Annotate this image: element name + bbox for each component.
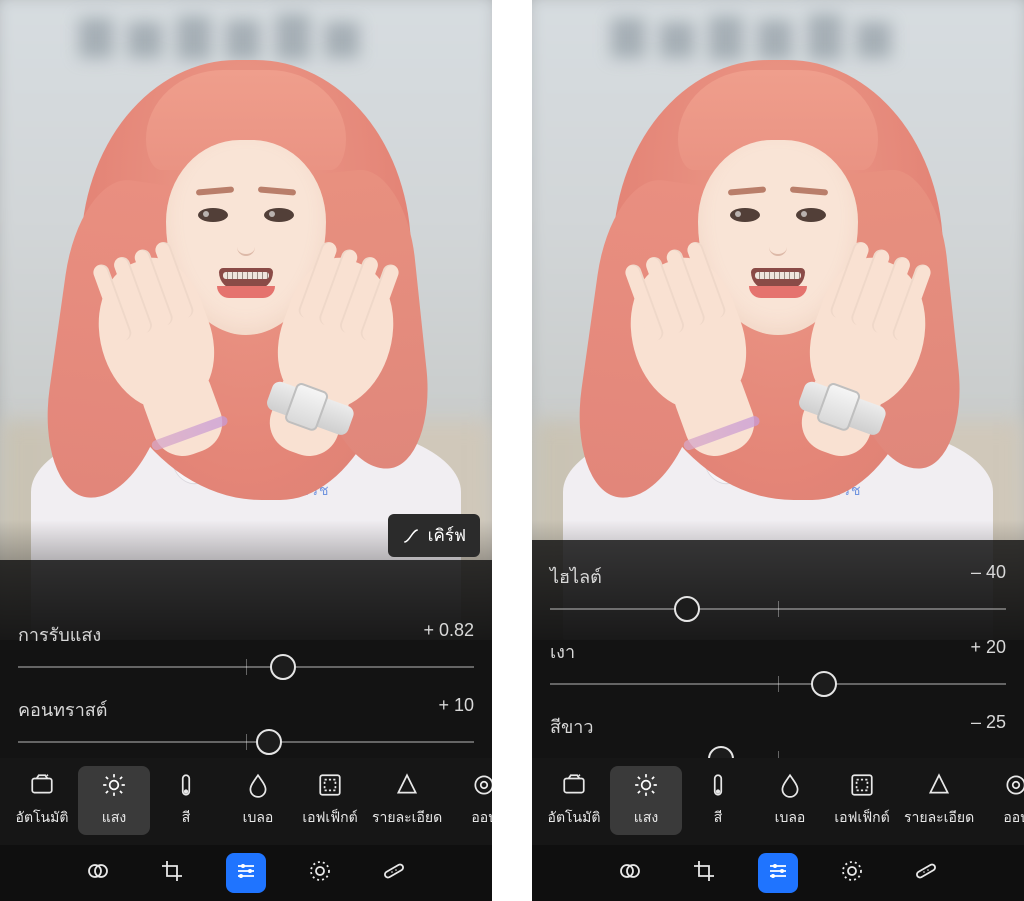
category-effect[interactable]: เอฟเฟ็กต์ (294, 766, 366, 835)
curves-label: เคิร์ฟ (428, 522, 466, 549)
category-blur[interactable]: เบลอ (222, 766, 294, 835)
category-optics[interactable]: ออป (980, 766, 1024, 835)
slider-track[interactable] (18, 730, 474, 754)
category-blur[interactable]: เบลอ (754, 766, 826, 835)
slider-value: + 10 (438, 695, 474, 724)
slider-เงา: เงา + 20 (532, 625, 1024, 700)
tool-crop[interactable] (152, 853, 192, 893)
slider-การรับแสง: การรับแสง + 0.82 (0, 608, 492, 683)
color-icon (705, 772, 731, 801)
detail-icon (926, 772, 952, 801)
tool-masking[interactable] (832, 853, 872, 893)
slider-คอนทราสต์: คอนทราสต์ + 10 (0, 683, 492, 758)
slider-label: เงา (550, 637, 575, 666)
effect-icon (317, 772, 343, 801)
detail-icon (394, 772, 420, 801)
category-detail[interactable]: รายละเอียด (898, 766, 980, 835)
light-icon (633, 772, 659, 801)
slider-thumb[interactable] (811, 671, 837, 697)
curve-icon (402, 527, 420, 545)
tool-crop[interactable] (684, 853, 724, 893)
category-color[interactable]: สี (150, 766, 222, 835)
bottom-toolbar (532, 845, 1024, 901)
slider-track[interactable] (550, 672, 1006, 696)
category-light[interactable]: แสง (78, 766, 150, 835)
slider-label: คอนทราสต์ (18, 695, 107, 724)
blur-icon (245, 772, 271, 801)
presets-icon (618, 859, 642, 888)
slider-value: + 20 (970, 637, 1006, 666)
category-effect[interactable]: เอฟเฟ็กต์ (826, 766, 898, 835)
bottom-toolbar (0, 845, 492, 901)
category-label: เอฟเฟ็กต์ (834, 807, 889, 829)
blur-icon (777, 772, 803, 801)
bandaid-icon (382, 859, 406, 888)
optics-icon (1003, 772, 1024, 801)
category-detail[interactable]: รายละเอียด (366, 766, 448, 835)
tool-heal[interactable] (906, 853, 946, 893)
slider-ไฮไลต์: ไฮไลต์ – 40 (532, 550, 1024, 625)
sliders-icon (234, 859, 258, 888)
category-label: อัตโนมัติ (16, 807, 69, 829)
tool-heal[interactable] (374, 853, 414, 893)
category-label: อัตโนมัติ (548, 807, 601, 829)
tool-presets[interactable] (78, 853, 118, 893)
tool-adjust[interactable] (226, 853, 266, 893)
category-auto[interactable]: อัตโนมัติ (538, 766, 610, 835)
category-label: แสง (102, 807, 126, 829)
slider-label: ไฮไลต์ (550, 562, 602, 591)
crop-icon (160, 859, 184, 888)
category-label: สี (182, 807, 191, 829)
category-auto[interactable]: อัตโนมัติ (6, 766, 78, 835)
slider-track[interactable] (550, 597, 1006, 621)
category-optics[interactable]: ออป (448, 766, 492, 835)
tool-masking[interactable] (300, 853, 340, 893)
auto-icon (29, 772, 55, 801)
slider-label: การรับแสง (18, 620, 101, 649)
category-label: รายละเอียด (372, 807, 442, 829)
category-label: ออป (1003, 807, 1024, 829)
category-color[interactable]: สี (682, 766, 754, 835)
category-label: เอฟเฟ็กต์ (302, 807, 357, 829)
slider-value: – 40 (971, 562, 1006, 591)
radial-icon (840, 859, 864, 888)
category-strip: อัตโนมัติ แสง สี เบลอ เอฟเฟ็กต์ รายละเอียด ออป (532, 758, 1024, 845)
editor-screenshot-left: ณ ฉลองรัช (0, 0, 492, 901)
slider-value: + 0.82 (423, 620, 474, 649)
sliders-icon (766, 859, 790, 888)
category-label: เบลอ (243, 807, 274, 829)
effect-icon (849, 772, 875, 801)
bandaid-icon (914, 859, 938, 888)
category-label: แสง (634, 807, 658, 829)
tool-presets[interactable] (610, 853, 650, 893)
slider-label: สีขาว (550, 712, 594, 741)
category-label: รายละเอียด (904, 807, 974, 829)
category-label: เบลอ (775, 807, 806, 829)
color-icon (173, 772, 199, 801)
slider-track[interactable] (18, 655, 474, 679)
slider-value: – 25 (971, 712, 1006, 741)
category-label: สี (714, 807, 723, 829)
category-label: ออป (471, 807, 492, 829)
category-light[interactable]: แสง (610, 766, 682, 835)
tool-adjust[interactable] (758, 853, 798, 893)
presets-icon (86, 859, 110, 888)
slider-thumb[interactable] (256, 729, 282, 755)
radial-icon (308, 859, 332, 888)
light-icon (101, 772, 127, 801)
editor-screenshot-right: ณ ฉลองรัช ไฮไลต์– 40เงา (532, 0, 1024, 901)
category-strip: อัตโนมัติ แสง สี เบลอ เอฟเฟ็กต์ รายละเอียด ออป (0, 758, 492, 845)
slider-thumb[interactable] (674, 596, 700, 622)
curves-button[interactable]: เคิร์ฟ (388, 514, 480, 557)
slider-thumb[interactable] (270, 654, 296, 680)
crop-icon (692, 859, 716, 888)
auto-icon (561, 772, 587, 801)
optics-icon (471, 772, 492, 801)
